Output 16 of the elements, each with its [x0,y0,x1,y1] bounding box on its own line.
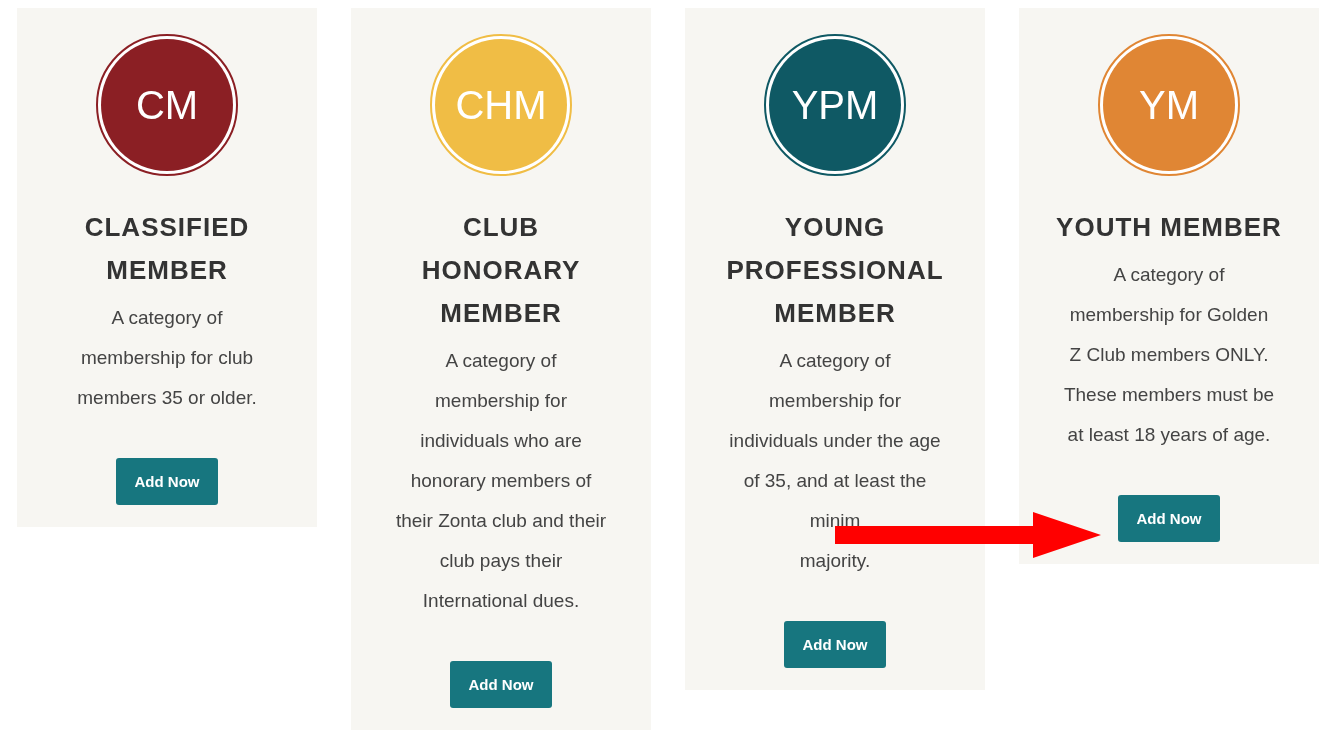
card-description: A category of membership for Golden Z Club members ONLY. These members must be at least 18 years of age. [1063,263,1275,447]
initials-text: YM [1103,39,1235,171]
add-now-button[interactable]: Add Now [1118,495,1220,542]
add-now-button[interactable]: Add Now [116,458,218,505]
initials-text: CM [101,39,233,171]
card-title: YOUNG PROFESSIONAL MEMBER [725,211,945,330]
initials-text: CHM [435,39,567,171]
card-description: A category of membership for individuals who are honorary members of their Zonta club and their club pays their International dues. [395,349,607,613]
card-title: YOUTH MEMBER [1055,211,1283,244]
add-now-button[interactable]: Add Now [450,661,552,708]
initials-text: YPM [769,39,901,171]
card-description: A category of membership for club members 35 or older. [76,306,258,410]
card-description: majority. [798,549,872,573]
card-title: CLASSIFIED MEMBER [83,211,251,287]
card-title: CLUB HONORARY MEMBER [420,211,582,330]
add-now-button[interactable]: Add Now [784,621,886,668]
